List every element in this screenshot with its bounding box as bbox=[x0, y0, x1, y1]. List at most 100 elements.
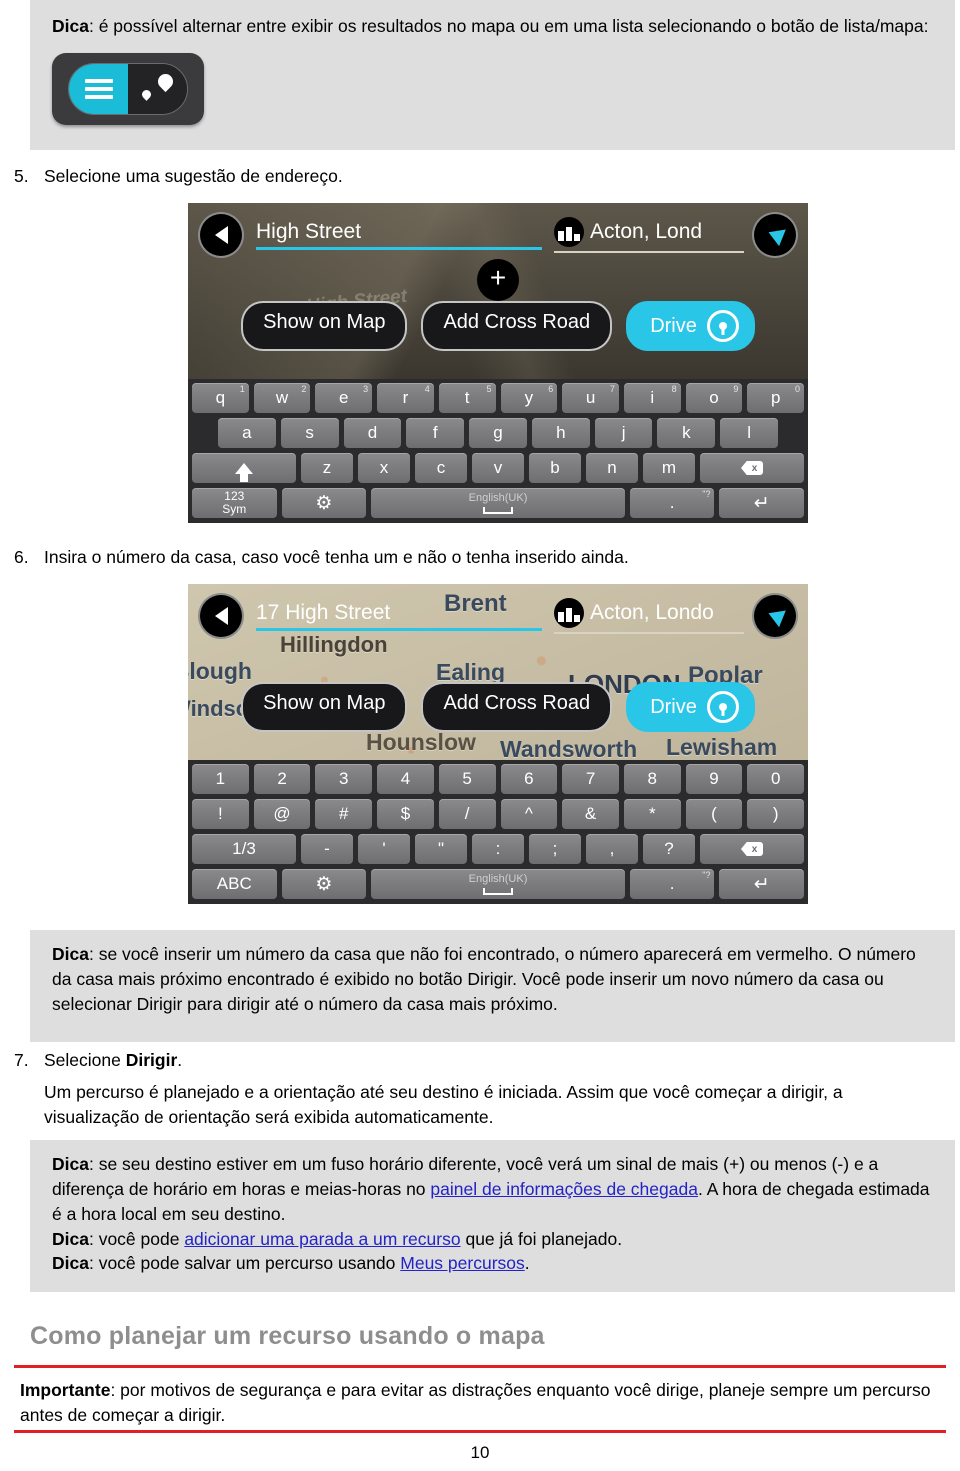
key-asterisk[interactable]: * bbox=[623, 799, 681, 829]
key-4[interactable]: 4 bbox=[377, 764, 434, 794]
key-2[interactable]: 2 bbox=[253, 764, 311, 794]
key-hyphen[interactable]: - bbox=[301, 834, 353, 864]
compass-arrow-icon[interactable] bbox=[752, 212, 798, 258]
key-y[interactable]: y6 bbox=[500, 383, 558, 413]
shift-key[interactable] bbox=[192, 453, 296, 483]
keyboard-language-label: English(UK) bbox=[468, 872, 528, 885]
key-ampersand[interactable]: & bbox=[562, 799, 619, 829]
on-screen-keyboard-qwerty[interactable]: q1 w2 e3 r4 t5 y6 u7 i8 o9 p0 a s d f g … bbox=[188, 379, 808, 523]
key-k[interactable]: k bbox=[657, 418, 716, 448]
key-d[interactable]: d bbox=[343, 418, 402, 448]
key-l[interactable]: l bbox=[720, 418, 779, 448]
back-arrow-icon[interactable] bbox=[198, 593, 244, 639]
symbols-mode-key[interactable]: 123 Sym bbox=[192, 488, 277, 518]
step-5-text: Selecione uma sugestão de endereço. bbox=[44, 166, 343, 186]
key-colon[interactable]: : bbox=[472, 834, 524, 864]
key-p[interactable]: p0 bbox=[747, 383, 805, 413]
keyboard-row-symbols: ! @ # $ / ^ & * ( ) bbox=[192, 799, 805, 829]
key-m[interactable]: m bbox=[643, 453, 695, 483]
backspace-key[interactable]: x bbox=[700, 834, 804, 864]
enter-key[interactable]: ↵ bbox=[719, 488, 805, 518]
key-9[interactable]: 9 bbox=[685, 764, 743, 794]
page-number: 10 bbox=[470, 1443, 490, 1462]
key-question[interactable]: ? bbox=[643, 834, 695, 864]
keyboard-settings-key[interactable]: ⚙ bbox=[281, 488, 367, 518]
key-apostrophe[interactable]: ' bbox=[358, 834, 410, 864]
punctuation-label: . bbox=[669, 493, 675, 512]
symbol-page-key[interactable]: 1/3 bbox=[192, 834, 296, 864]
key-w[interactable]: w2 bbox=[253, 383, 311, 413]
list-map-toggle-icon[interactable] bbox=[52, 52, 204, 125]
keyboard-settings-key[interactable]: ⚙ bbox=[281, 869, 367, 899]
key-3[interactable]: 3 bbox=[315, 764, 373, 794]
key-1[interactable]: 1 bbox=[192, 764, 249, 794]
key-n[interactable]: n bbox=[586, 453, 638, 483]
back-arrow-icon[interactable] bbox=[198, 212, 244, 258]
on-screen-keyboard-numeric[interactable]: 1 2 3 4 5 6 7 8 9 0 ! @ # $ / ^ & * () … bbox=[188, 760, 808, 904]
key-s[interactable]: s bbox=[280, 418, 339, 448]
key-f[interactable]: f bbox=[406, 418, 465, 448]
key-exclamation[interactable]: ! bbox=[192, 799, 249, 829]
drive-button[interactable]: Drive bbox=[626, 301, 755, 351]
key-dollar[interactable]: $ bbox=[377, 799, 434, 829]
key-hash[interactable]: # bbox=[315, 799, 373, 829]
key-x[interactable]: x bbox=[358, 453, 410, 483]
key-i[interactable]: i8 bbox=[623, 383, 681, 413]
show-on-map-button[interactable]: Show on Map bbox=[241, 682, 408, 732]
key-e[interactable]: e3 bbox=[315, 383, 373, 413]
street-search-input[interactable]: 17 High Street bbox=[256, 601, 542, 631]
city-search-input[interactable]: Acton, Londo bbox=[554, 598, 744, 634]
key-j[interactable]: j bbox=[594, 418, 653, 448]
key-caret[interactable]: ^ bbox=[500, 799, 558, 829]
key-b[interactable]: b bbox=[529, 453, 581, 483]
key-paren-open[interactable]: ( bbox=[685, 799, 743, 829]
search-top-bar: High Street Acton, Lond bbox=[188, 203, 808, 267]
key-paren-close[interactable]: ) bbox=[747, 799, 805, 829]
link-my-routes[interactable]: Meus percursos bbox=[400, 1253, 525, 1273]
key-7[interactable]: 7 bbox=[562, 764, 619, 794]
step-7-text: Selecione Dirigir. bbox=[44, 1048, 930, 1073]
key-r[interactable]: r4 bbox=[377, 383, 434, 413]
abc-mode-key[interactable]: ABC bbox=[192, 869, 277, 899]
enter-key[interactable]: ↵ bbox=[719, 869, 805, 899]
key-o[interactable]: o9 bbox=[685, 383, 743, 413]
space-key[interactable]: English(UK) bbox=[371, 869, 625, 899]
key-c[interactable]: c bbox=[415, 453, 467, 483]
key-5[interactable]: 5 bbox=[438, 764, 496, 794]
link-add-stop-to-route[interactable]: adicionar uma parada a um recurso bbox=[184, 1229, 460, 1249]
punctuation-key[interactable]: . "? bbox=[629, 869, 715, 899]
key-quote[interactable]: " bbox=[415, 834, 467, 864]
key-semicolon[interactable]: ; bbox=[529, 834, 581, 864]
space-key[interactable]: English(UK) bbox=[371, 488, 625, 518]
compass-arrow-icon[interactable] bbox=[752, 593, 798, 639]
key-z[interactable]: z bbox=[301, 453, 353, 483]
key-t[interactable]: t5 bbox=[438, 383, 496, 413]
keyboard-row-digits: 1 2 3 4 5 6 7 8 9 0 bbox=[192, 764, 805, 794]
drive-button[interactable]: Drive bbox=[626, 682, 755, 732]
key-6[interactable]: 6 bbox=[500, 764, 558, 794]
backspace-key[interactable]: x bbox=[700, 453, 804, 483]
punctuation-key[interactable]: . "? bbox=[629, 488, 715, 518]
key-at[interactable]: @ bbox=[253, 799, 311, 829]
spacebar-mark-icon bbox=[483, 506, 514, 514]
add-cross-road-button[interactable]: Add Cross Road bbox=[421, 682, 613, 732]
key-a[interactable]: a bbox=[218, 418, 276, 448]
key-v[interactable]: v bbox=[472, 453, 524, 483]
key-u[interactable]: u7 bbox=[562, 383, 619, 413]
add-cross-road-button[interactable]: Add Cross Road bbox=[421, 301, 613, 351]
key-slash[interactable]: / bbox=[438, 799, 496, 829]
key-g[interactable]: g bbox=[469, 418, 527, 448]
tip-paragraph-my-routes: Dica: você pode salvar um percurso usand… bbox=[52, 1251, 933, 1276]
key-8[interactable]: 8 bbox=[623, 764, 681, 794]
key-0[interactable]: 0 bbox=[747, 764, 805, 794]
street-search-input[interactable]: High Street bbox=[256, 220, 542, 250]
key-h[interactable]: h bbox=[531, 418, 590, 448]
city-search-input[interactable]: Acton, Lond bbox=[554, 217, 744, 253]
tip-text-part2: . bbox=[524, 1253, 530, 1274]
city-underline bbox=[554, 251, 744, 253]
key-comma[interactable]: , bbox=[586, 834, 638, 864]
keyboard-language-label: English(UK) bbox=[468, 491, 528, 504]
show-on-map-button[interactable]: Show on Map bbox=[241, 301, 408, 351]
key-q[interactable]: q1 bbox=[192, 383, 249, 413]
link-arrival-info-panel[interactable]: painel de informações de chegada bbox=[430, 1179, 698, 1199]
